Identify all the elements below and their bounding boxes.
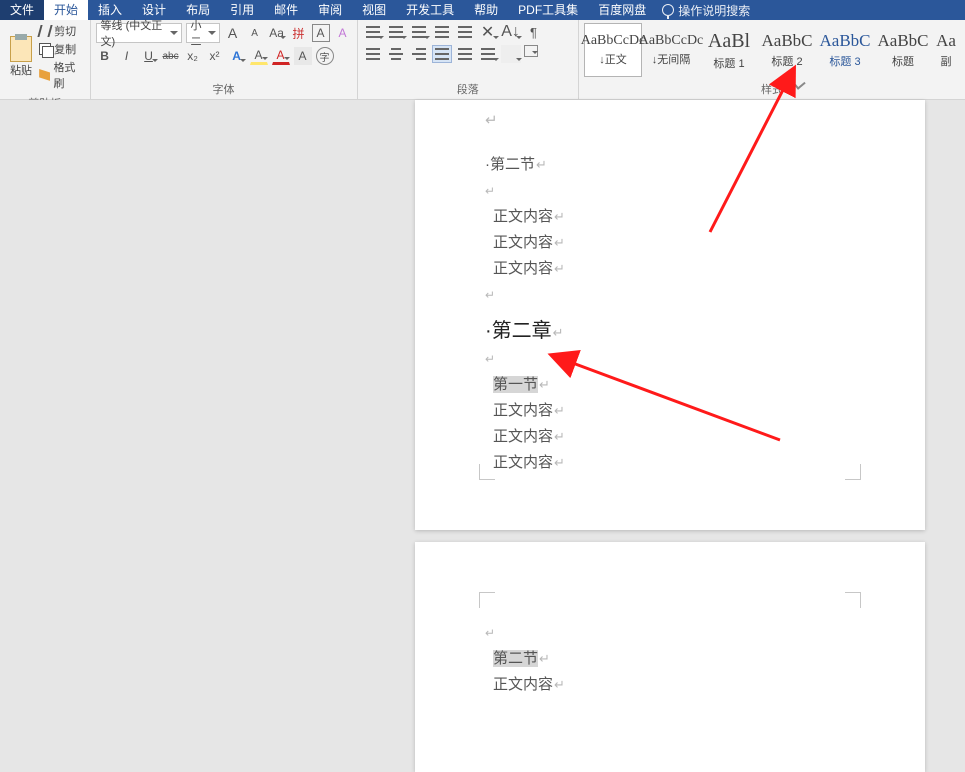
text-effects-button[interactable]: A bbox=[228, 47, 246, 65]
lightbulb-icon bbox=[662, 4, 674, 16]
multilevel-button[interactable] bbox=[409, 23, 429, 41]
underline-button[interactable]: U bbox=[140, 47, 158, 65]
indent-inc-button[interactable] bbox=[455, 23, 475, 41]
tab-view[interactable]: 视图 bbox=[352, 0, 396, 20]
p1-sec2: 第二节 bbox=[490, 156, 535, 173]
align-right-button[interactable] bbox=[409, 45, 429, 63]
copy-icon bbox=[39, 43, 51, 55]
group-font: 等线 (中文正文) 小二 A A Aa 拼 A A B I U abc x₂ x… bbox=[91, 20, 358, 99]
font-title: 字体 bbox=[91, 80, 357, 99]
margin-corner-icon bbox=[479, 592, 495, 608]
font-color-button[interactable]: A bbox=[272, 47, 290, 65]
group-paragraph: ✕ A↓ ¶ 段落 bbox=[358, 20, 579, 99]
page-1[interactable]: ↵ ·第二节↵ ↵ 正文内容↵ 正文内容↵ 正文内容↵ ↵ ·第二章↵ ↵ 第一… bbox=[415, 100, 925, 530]
bullets-button[interactable] bbox=[363, 23, 383, 41]
text-direction-button[interactable]: ✕ bbox=[478, 23, 498, 41]
font-size-combo[interactable]: 小二 bbox=[186, 23, 220, 43]
style-title[interactable]: AaBbC 标题 bbox=[874, 23, 932, 77]
subscript-button[interactable]: x₂ bbox=[184, 47, 202, 65]
style-heading2[interactable]: AaBbC 标题 2 bbox=[758, 23, 816, 77]
shrink-font-button[interactable]: A bbox=[246, 24, 264, 42]
clear-format-button[interactable]: A bbox=[334, 24, 352, 42]
line-spacing-button[interactable] bbox=[478, 45, 498, 63]
tab-pdf[interactable]: PDF工具集 bbox=[508, 0, 588, 20]
tab-mailings[interactable]: 邮件 bbox=[264, 0, 308, 20]
style-no-spacing[interactable]: AaBbCcDc ↓无间隔 bbox=[642, 23, 700, 77]
change-case-button[interactable]: Aa bbox=[268, 24, 286, 42]
shading-button[interactable] bbox=[501, 45, 521, 63]
cut-button[interactable]: 剪切 bbox=[39, 23, 84, 39]
p1-sec1-selected: 第一节 bbox=[493, 376, 538, 393]
group-clipboard: 粘贴 剪切 复制 格式刷 剪贴板 bbox=[0, 20, 91, 99]
cursor-icon bbox=[793, 76, 805, 92]
tab-references[interactable]: 引用 bbox=[220, 0, 264, 20]
group-styles: AaBbCcDc ↓正文 AaBbCcDc ↓无间隔 AaBl 标题 1 AaB… bbox=[579, 20, 965, 99]
align-left-button[interactable] bbox=[363, 45, 383, 63]
show-marks-button[interactable]: ¶ bbox=[524, 23, 544, 41]
char-border-button[interactable]: A bbox=[312, 24, 330, 42]
copy-button[interactable]: 复制 bbox=[39, 41, 84, 57]
highlight-button[interactable]: A bbox=[250, 47, 268, 65]
margin-corner-icon bbox=[479, 464, 495, 480]
paste-button[interactable]: 粘贴 bbox=[5, 23, 37, 91]
p2-sec2-selected: 第二节 bbox=[493, 650, 538, 667]
search-hint-label: 操作说明搜索 bbox=[678, 2, 750, 19]
align-justify-button[interactable] bbox=[432, 45, 452, 63]
borders-button[interactable] bbox=[524, 45, 538, 57]
style-normal[interactable]: AaBbCcDc ↓正文 bbox=[584, 23, 642, 77]
style-heading3[interactable]: AaBbC 标题 3 bbox=[816, 23, 874, 77]
paste-label: 粘贴 bbox=[10, 62, 32, 78]
scissors-icon bbox=[38, 25, 53, 37]
phonetic-guide-button[interactable]: 拼 bbox=[290, 24, 308, 42]
style-subtitle[interactable]: Aa 副 bbox=[932, 23, 960, 77]
paste-icon bbox=[10, 36, 32, 62]
tab-home[interactable]: 开始 bbox=[44, 0, 88, 20]
format-painter-button[interactable]: 格式刷 bbox=[39, 59, 84, 91]
style-heading1[interactable]: AaBl 标题 1 bbox=[700, 23, 758, 77]
numbering-button[interactable] bbox=[386, 23, 406, 41]
superscript-button[interactable]: x² bbox=[206, 47, 224, 65]
font-name-combo[interactable]: 等线 (中文正文) bbox=[96, 23, 182, 43]
tab-baidu[interactable]: 百度网盘 bbox=[588, 0, 656, 20]
char-shading-button[interactable]: A bbox=[294, 47, 312, 65]
strike-button[interactable]: abc bbox=[162, 47, 180, 65]
tab-review[interactable]: 审阅 bbox=[308, 0, 352, 20]
tab-file[interactable]: 文件 bbox=[0, 0, 44, 20]
distribute-button[interactable] bbox=[455, 45, 475, 63]
align-center-button[interactable] bbox=[386, 45, 406, 63]
page-2[interactable]: ↵ 第二节↵ 正文内容↵ bbox=[415, 542, 925, 772]
tab-help[interactable]: 帮助 bbox=[464, 0, 508, 20]
italic-button[interactable]: I bbox=[118, 47, 136, 65]
margin-corner-icon bbox=[845, 464, 861, 480]
p1-chap2: 第二章 bbox=[492, 320, 552, 342]
document-area[interactable]: ↵ ·第二节↵ ↵ 正文内容↵ 正文内容↵ 正文内容↵ ↵ ·第二章↵ ↵ 第一… bbox=[0, 100, 965, 672]
tab-devtools[interactable]: 开发工具 bbox=[396, 0, 464, 20]
styles-gallery[interactable]: AaBbCcDc ↓正文 AaBbCcDc ↓无间隔 AaBl 标题 1 AaB… bbox=[579, 20, 965, 80]
styles-title: 样式 bbox=[579, 80, 965, 99]
paragraph-title: 段落 bbox=[358, 80, 578, 99]
brush-icon bbox=[39, 69, 50, 81]
enclose-char-button[interactable]: 字 bbox=[316, 47, 334, 65]
tell-me-search[interactable]: 操作说明搜索 bbox=[662, 2, 750, 19]
grow-font-button[interactable]: A bbox=[224, 24, 242, 42]
ribbon: 粘贴 剪切 复制 格式刷 剪贴板 等线 (中文正文) 小二 A A Aa 拼 A bbox=[0, 20, 965, 100]
indent-dec-button[interactable] bbox=[432, 23, 452, 41]
bold-button[interactable]: B bbox=[96, 47, 114, 65]
margin-corner-icon bbox=[845, 592, 861, 608]
sort-button[interactable]: A↓ bbox=[501, 23, 521, 41]
